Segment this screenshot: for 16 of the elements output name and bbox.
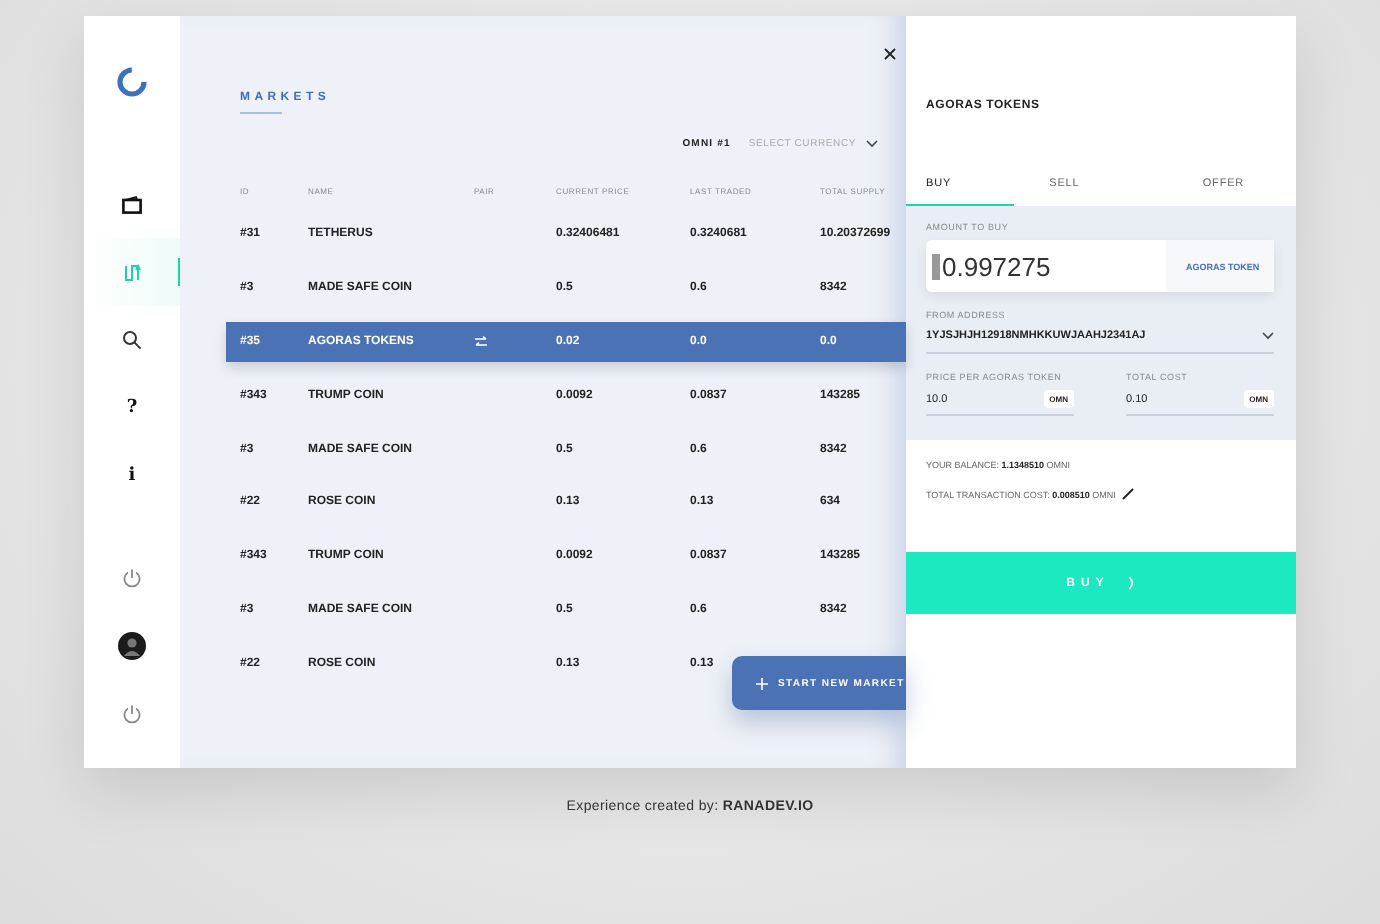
- title-underline: [240, 112, 282, 114]
- plus-icon: [756, 677, 768, 689]
- search-icon[interactable]: [122, 330, 142, 350]
- pencil-icon[interactable]: [1121, 488, 1134, 500]
- chevron-icon: [866, 140, 878, 148]
- logo-icon: [116, 66, 148, 98]
- close-icon[interactable]: [884, 48, 896, 60]
- active-indicator: [177, 258, 180, 286]
- chevron-icon: [1262, 332, 1274, 340]
- chevron-right-icon: [1127, 576, 1136, 590]
- wallet-icon[interactable]: [122, 195, 142, 213]
- power-icon[interactable]: [122, 704, 142, 724]
- sidebar-item[interactable]: ?: [126, 398, 138, 418]
- power-icon[interactable]: [122, 568, 142, 588]
- avatar-icon[interactable]: [118, 632, 146, 660]
- sidebar-item[interactable]: i: [128, 466, 136, 486]
